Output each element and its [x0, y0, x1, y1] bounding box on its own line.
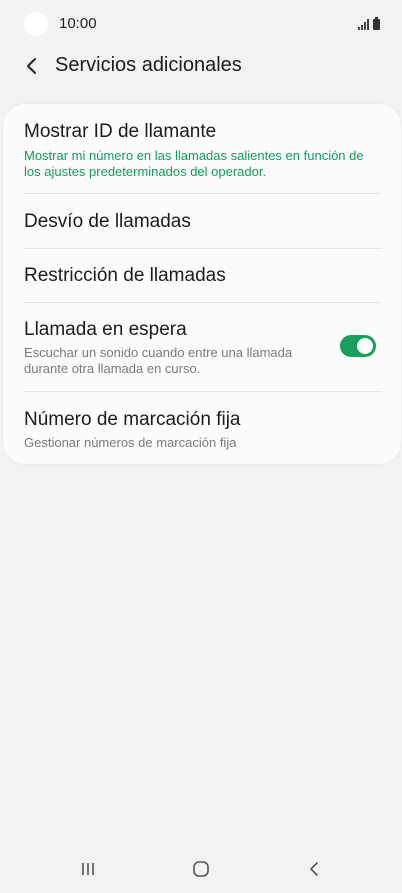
battery-icon: [373, 17, 380, 30]
setting-subtitle: Mostrar mi número en las llamadas salien…: [24, 148, 364, 179]
home-icon: [193, 861, 209, 877]
back-button[interactable]: [16, 50, 48, 82]
call-waiting-toggle[interactable]: [340, 335, 376, 357]
nav-back-button[interactable]: [294, 853, 334, 885]
navigation-bar: [0, 845, 402, 893]
camera-cutout: [24, 12, 48, 36]
setting-caller-id[interactable]: Mostrar ID de llamante Mostrar mi número…: [3, 104, 401, 194]
status-bar: 10:00: [0, 0, 402, 48]
setting-fixed-dialing[interactable]: Número de marcación fija Gestionar númer…: [3, 392, 401, 462]
chevron-left-icon: [27, 58, 36, 74]
setting-title: Llamada en espera: [24, 319, 187, 340]
setting-title: Desvío de llamadas: [24, 211, 191, 232]
status-time: 10:00: [59, 15, 97, 32]
settings-card: Mostrar ID de llamante Mostrar mi número…: [3, 104, 401, 464]
back-icon: [310, 862, 318, 876]
recent-apps-button[interactable]: [68, 853, 108, 885]
app-header: Servicios adicionales: [0, 48, 402, 88]
page-title: Servicios adicionales: [55, 54, 242, 76]
setting-title: Número de marcación fija: [24, 409, 241, 430]
setting-call-barring[interactable]: Restricción de llamadas: [3, 249, 401, 302]
setting-subtitle: Escuchar un sonido cuando entre una llam…: [24, 345, 293, 376]
signal-icon: [358, 18, 369, 30]
setting-title: Restricción de llamadas: [24, 265, 226, 286]
setting-call-waiting[interactable]: Llamada en espera Escuchar un sonido cua…: [3, 303, 401, 391]
setting-subtitle: Gestionar números de marcación fija: [24, 435, 237, 450]
setting-call-forwarding[interactable]: Desvío de llamadas: [3, 194, 401, 248]
setting-title: Mostrar ID de llamante: [24, 121, 217, 142]
recent-apps-icon: [82, 863, 94, 875]
home-button[interactable]: [181, 853, 221, 885]
toggle-knob: [357, 338, 373, 354]
status-icons: [358, 16, 380, 30]
